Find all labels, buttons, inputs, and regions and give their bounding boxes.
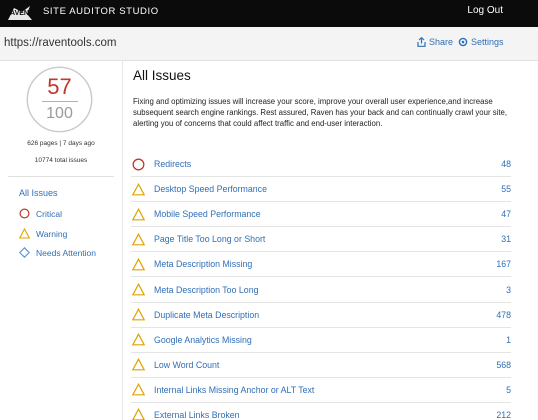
filter-warning-label: Warning [36,228,68,239]
warning-triangle-icon [132,257,145,271]
critical-circle-icon [132,158,145,170]
filter-critical-label: Critical [36,208,62,219]
site-url: https://raventools.com [4,37,117,49]
issue-count: 47 [501,209,511,220]
main-content: All Issues Fixing and optimizing issues … [122,61,538,420]
issue-name: Page Title Too Long or Short [154,234,266,245]
issue-row-external-links-broken[interactable]: External Links Broken 212 [131,403,511,420]
issues-list: Redirects 48 Desktop Speed Performance 5… [131,152,511,420]
settings-label: Settings [471,37,504,47]
share-button[interactable]: Share [417,37,453,47]
issue-name: Internal Links Missing Anchor or ALT Tex… [154,384,315,395]
logout-link[interactable]: Log Out [467,5,503,16]
issue-name: Meta Description Too Long [154,284,259,295]
issue-count: 478 [496,309,511,320]
issue-row-meta-description-missing[interactable]: Meta Description Missing 167 [131,252,511,278]
issue-row-google-analytics[interactable]: Google Analytics Missing 1 [131,328,511,353]
filter-all-issues[interactable]: All Issues [19,188,58,198]
issue-name: Duplicate Meta Description [154,309,260,320]
issue-row-low-word-count[interactable]: Low Word Count 568 [131,353,511,378]
total-issues: 10774 total issues [34,157,88,164]
issue-count: 1 [506,334,511,345]
raven-logo[interactable]: RAVEN [2,0,36,27]
issue-name: Google Analytics Missing [154,334,252,345]
issue-name: Low Word Count [154,359,220,370]
warning-triangle-icon [132,383,145,396]
site-bar: https://raventools.com Share Settings [0,27,538,61]
issue-row-duplicate-meta[interactable]: Duplicate Meta Description 478 [131,303,511,328]
issue-row-page-title-length[interactable]: Page Title Too Long or Short 31 [131,227,511,253]
critical-circle-icon [19,208,30,219]
warning-triangle-icon [132,283,145,296]
issue-name: Meta Description Missing [154,259,253,270]
issue-count: 167 [496,259,511,270]
issue-name: Redirects [154,159,192,170]
settings-button[interactable]: Settings [458,37,504,47]
score-max: 100 [46,105,73,122]
share-label: Share [429,37,454,47]
warning-triangle-icon [132,333,145,346]
top-bar: RAVEN SITE AUDITOR STUDIO Log Out [0,0,538,27]
share-icon [417,37,426,47]
issue-row-internal-links-anchor[interactable]: Internal Links Missing Anchor or ALT Tex… [131,378,511,403]
page-title: All Issues [133,68,191,83]
warning-triangle-icon [132,207,145,221]
filter-needs-attention[interactable]: Needs Attention [19,247,96,258]
sidebar-divider [8,176,114,177]
issue-name: Mobile Speed Performance [154,209,261,220]
warning-triangle-icon [132,182,145,196]
issue-row-mobile-speed[interactable]: Mobile Speed Performance 47 [131,202,511,228]
filter-needs-attention-label: Needs Attention [36,247,97,258]
warning-triangle-icon [132,232,145,246]
filter-critical[interactable]: Critical [19,208,62,219]
issue-row-desktop-speed[interactable]: Desktop Speed Performance 55 [131,177,511,203]
needs-attention-diamond-icon [19,247,30,258]
issue-count: 3 [506,284,511,295]
issue-count: 55 [501,184,511,195]
issue-name: Desktop Speed Performance [154,184,267,195]
issue-count: 568 [496,359,511,370]
warning-triangle-icon [19,228,30,239]
crawl-info: 626 pages | 7 days ago [27,140,95,147]
score-divider [42,101,78,102]
svg-text:RAVEN: RAVEN [5,10,29,17]
gear-icon [458,37,468,47]
warning-triangle-icon [132,408,145,420]
score-value: 57 [47,74,72,99]
issue-count: 5 [506,384,511,395]
issue-count: 31 [501,234,511,245]
warning-triangle-icon [132,308,145,321]
filter-warning[interactable]: Warning [19,228,67,239]
issue-row-redirects[interactable]: Redirects 48 [131,152,511,178]
issue-count: 48 [501,159,511,170]
app-title: SITE AUDITOR STUDIO [43,6,159,17]
sidebar: 57 100 626 pages | 7 days ago 10774 tota… [0,61,122,420]
issue-name: External Links Broken [154,409,240,420]
intro-text: Fixing and optimizing issues will increa… [133,97,508,128]
issue-count: 212 [496,409,511,420]
issue-row-meta-description-long[interactable]: Meta Description Too Long 3 [131,277,511,303]
warning-triangle-icon [132,358,145,371]
